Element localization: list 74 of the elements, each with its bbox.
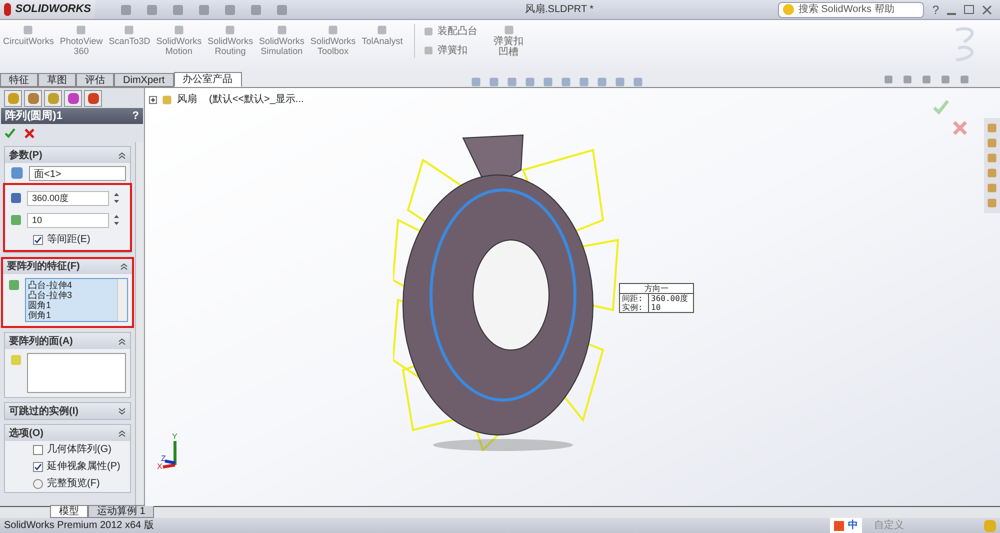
addin-button[interactable]: SolidWorks Toolbox xyxy=(307,24,359,56)
option-row[interactable]: 几何体阵列(G) xyxy=(5,441,130,458)
feature-item[interactable]: 凸台-拉伸4 xyxy=(28,280,115,290)
callout-value[interactable]: 360.00度 xyxy=(648,294,693,303)
collapse-icon xyxy=(118,430,126,436)
checkbox[interactable] xyxy=(33,444,43,454)
option-row[interactable]: 等间距(E) xyxy=(5,231,130,248)
feature-item[interactable]: 凸台-拉伸3 xyxy=(28,290,115,300)
command-tab[interactable]: 特征 xyxy=(0,73,38,87)
addin-button[interactable]: SolidWorks Simulation xyxy=(256,24,308,56)
addin-button[interactable]: PhotoView 360 xyxy=(56,24,106,56)
confirm-check-icon[interactable] xyxy=(932,98,950,116)
addin-button[interactable]: SolidWorks Routing xyxy=(204,24,256,56)
panel-scrollbar[interactable] xyxy=(135,142,144,506)
bottom-tab[interactable]: 运动算例 1 xyxy=(88,505,154,518)
option-label: 延伸视象属性(P) xyxy=(47,460,120,474)
feature-item[interactable]: 圆角1 xyxy=(28,300,115,310)
scrollbar-icon xyxy=(117,279,127,321)
collapse-icon xyxy=(120,263,128,270)
ime-mode[interactable]: 中 xyxy=(848,518,858,533)
cancel-x-icon[interactable] xyxy=(952,120,968,136)
command-tab[interactable]: 办公室产品 xyxy=(174,72,242,87)
feature-item[interactable]: 倒角1 xyxy=(28,310,115,320)
axis-triad-drawing: Y Z X xyxy=(157,433,193,469)
expand-icon xyxy=(118,408,126,414)
addin-button[interactable]: ScanTo3D xyxy=(106,24,154,46)
tree-node[interactable]: 风扇 xyxy=(177,92,197,107)
axis-field[interactable]: 面<1> xyxy=(29,166,126,180)
addin-button[interactable]: TolAnalyst xyxy=(358,24,406,46)
command-button[interactable]: 弹簧扣 xyxy=(422,43,478,58)
section-header[interactable]: 选项(O) xyxy=(5,425,130,441)
section-header[interactable]: 参数(P) xyxy=(5,147,130,163)
callout-title: 方向一 xyxy=(620,284,693,294)
spin-button[interactable] xyxy=(113,213,120,227)
faces-list[interactable] xyxy=(27,353,126,393)
help-bubble-icon xyxy=(783,4,794,15)
section-header[interactable]: 可跳过的实例(I) xyxy=(5,403,130,419)
spin-button[interactable] xyxy=(113,191,120,205)
instances-field[interactable]: 10 xyxy=(27,212,109,228)
collapse-icon xyxy=(118,152,126,158)
callout-label: 间距: xyxy=(621,294,644,303)
option-row[interactable]: 完整预览(F) xyxy=(5,475,130,492)
addin-button[interactable]: SolidWorks Motion xyxy=(153,24,205,56)
ok-check-icon[interactable] xyxy=(4,127,16,139)
command-button[interactable]: 装配凸台 xyxy=(422,24,478,39)
option-label: 完整预览(F) xyxy=(47,476,100,491)
checkbox[interactable] xyxy=(33,234,43,244)
command-tab[interactable]: 评估 xyxy=(76,73,114,87)
app-logo[interactable]: SOLIDWORKS xyxy=(0,0,95,19)
cancel-x-icon[interactable] xyxy=(24,128,35,138)
section-header[interactable]: 要阵列的面(A) xyxy=(5,333,130,349)
command-button[interactable]: 弹簧扣 凹槽 xyxy=(494,24,524,58)
bottom-tab[interactable]: 模型 xyxy=(50,505,88,518)
command-tab[interactable]: DimXpert xyxy=(114,73,174,87)
callout-label: 实例: xyxy=(621,303,644,312)
option-row[interactable]: 延伸视象属性(P) xyxy=(5,458,130,475)
panel-title-bar: 阵列(圆周)1 ? xyxy=(1,108,143,124)
option-label: 几何体阵列(G) xyxy=(47,442,112,457)
option-label: 等间距(E) xyxy=(47,233,90,247)
logo-icon xyxy=(4,3,12,16)
radio-button[interactable] xyxy=(33,478,43,488)
tree-config: (默认<<默认>_显示... xyxy=(209,93,304,107)
help-button[interactable]: ? xyxy=(932,0,939,18)
expand-icon[interactable] xyxy=(149,96,157,104)
command-tab[interactable]: 草图 xyxy=(38,73,76,87)
status-text: SolidWorks Premium 2012 x64 版 xyxy=(4,519,154,533)
angle-field[interactable]: 360.00度 xyxy=(27,190,109,206)
search-field[interactable]: 搜索 SolidWorks 帮助 xyxy=(778,2,924,18)
addin-button[interactable]: CircuitWorks xyxy=(0,24,57,46)
document-title: 风扇.SLDPRT * xyxy=(525,2,594,17)
feature-list[interactable]: 凸台-拉伸4 凸台-拉伸3 圆角1 倒角1 xyxy=(25,278,128,322)
callout-value[interactable]: 10 xyxy=(648,303,693,312)
collapse-icon xyxy=(118,338,126,344)
checkbox[interactable] xyxy=(33,462,43,472)
